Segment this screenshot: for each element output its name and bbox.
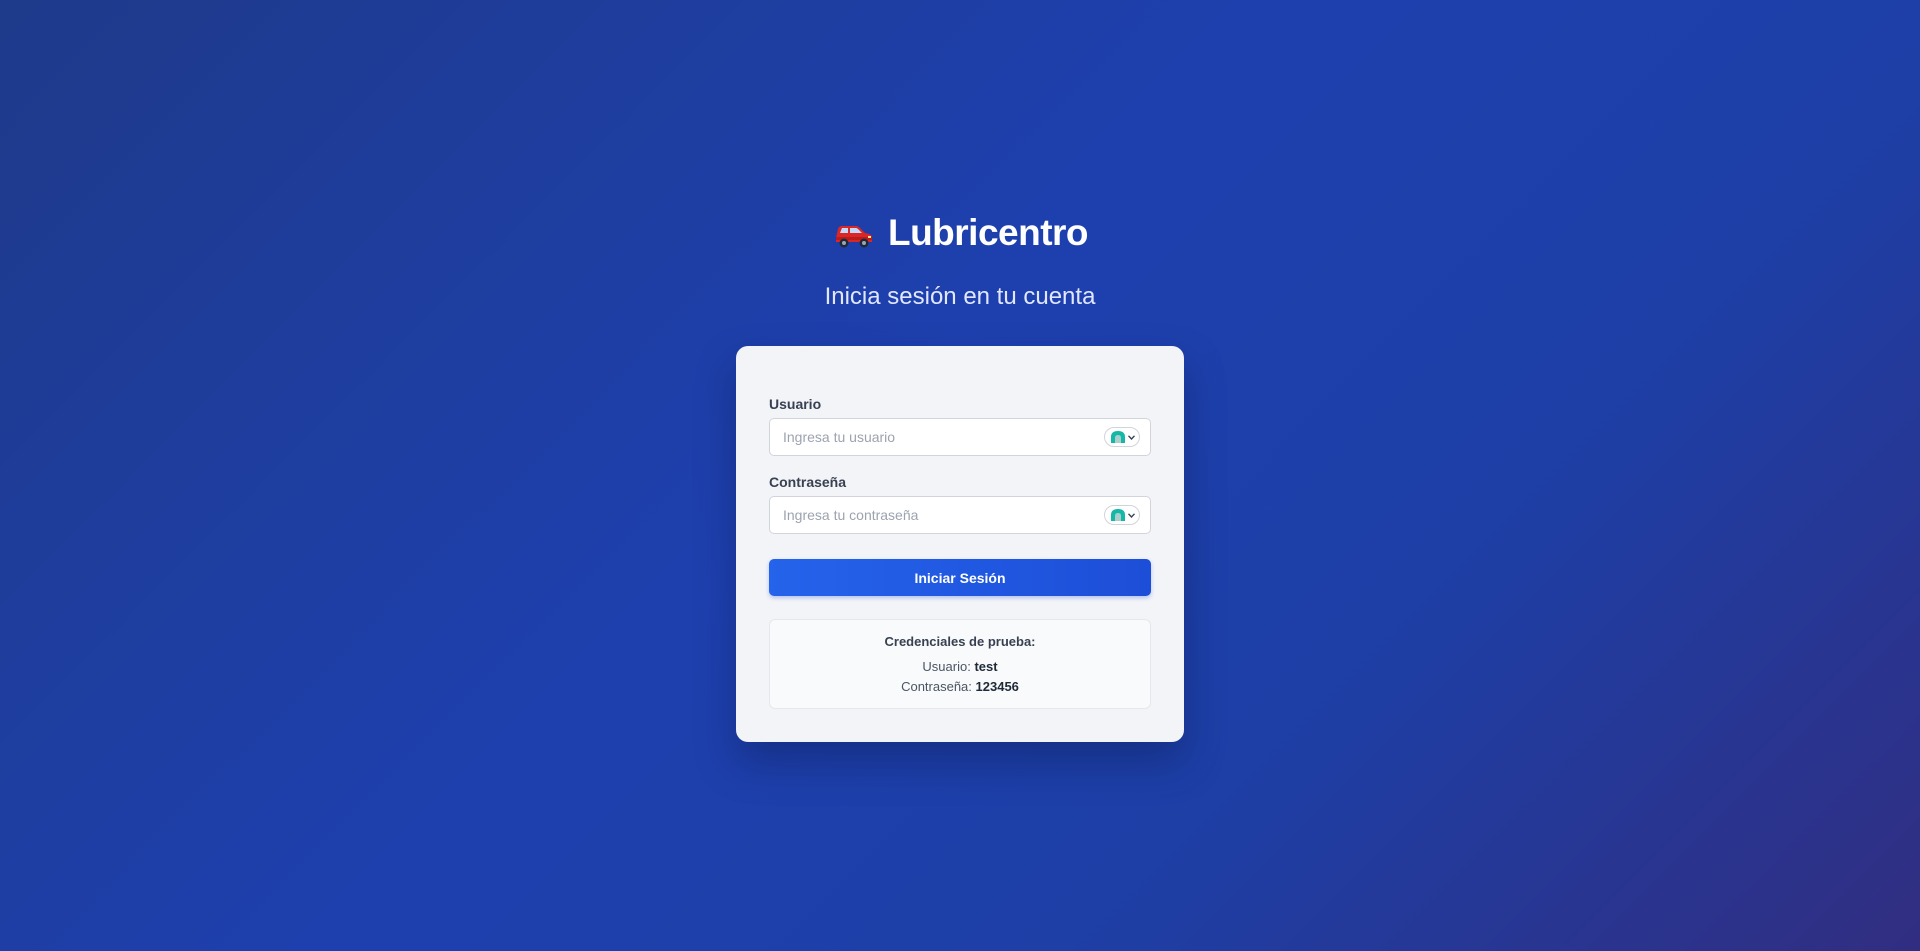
login-card: Usuario Contraseña — [736, 346, 1184, 742]
test-credentials-box: Credenciales de prueba: Usuario: test Co… — [769, 619, 1151, 709]
password-label: Contraseña — [769, 474, 847, 490]
brand-header: Lubricentro — [0, 204, 1920, 262]
password-manager-icon — [1110, 508, 1126, 522]
test-username-line: Usuario: test — [770, 659, 1150, 674]
test-password-label: Contraseña: — [901, 679, 972, 694]
brand-title: Lubricentro — [887, 212, 1089, 253]
password-manager-button[interactable] — [1104, 427, 1140, 447]
password-input[interactable] — [770, 497, 1090, 533]
chevron-down-icon — [1127, 512, 1135, 518]
test-password-value: 123456 — [975, 679, 1019, 694]
login-page: { "brand": { "icon": "car-icon", "title"… — [0, 0, 1920, 951]
password-field-wrapper — [769, 496, 1151, 534]
brand: Lubricentro — [832, 204, 1089, 262]
username-label: Usuario — [769, 396, 822, 412]
test-password-line: Contraseña: 123456 — [770, 679, 1150, 694]
car-icon — [832, 216, 874, 250]
login-button[interactable]: Iniciar Sesión — [769, 559, 1151, 596]
password-manager-icon — [1110, 430, 1126, 444]
test-username-label: Usuario: — [922, 659, 971, 674]
test-credentials-title: Credenciales de prueba: — [884, 634, 1036, 649]
chevron-down-icon — [1127, 434, 1135, 440]
page-subtitle: Inicia sesión en tu cuenta — [824, 283, 1096, 310]
test-username-value: test — [974, 659, 998, 674]
password-manager-button[interactable] — [1104, 505, 1140, 525]
username-field-wrapper — [769, 418, 1151, 456]
username-input[interactable] — [770, 419, 1090, 455]
